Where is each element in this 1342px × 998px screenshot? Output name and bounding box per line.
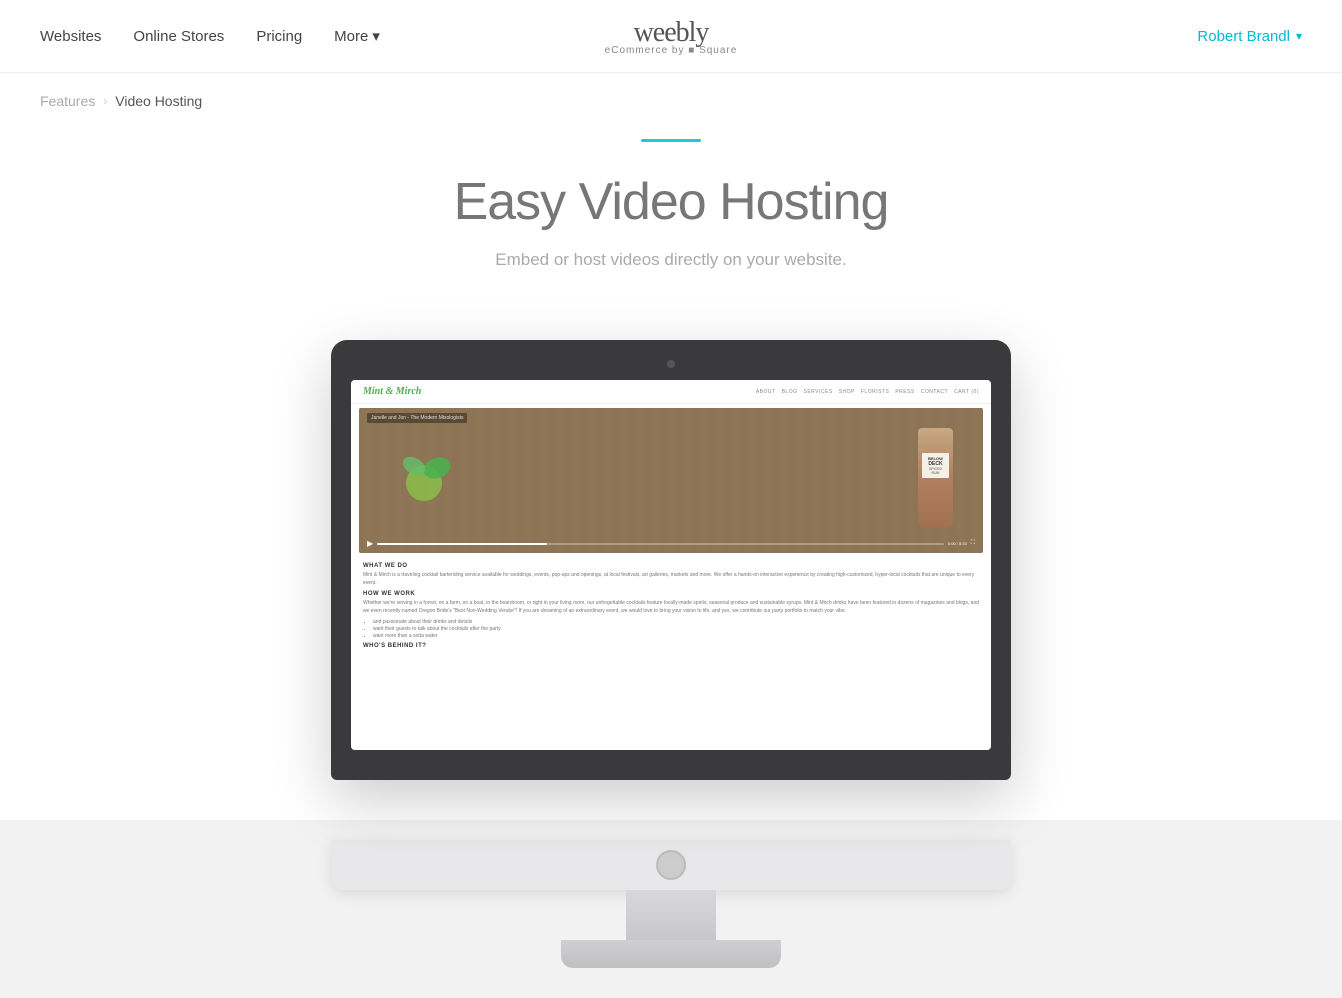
nav-websites[interactable]: Websites — [40, 28, 101, 45]
chevron-down-icon: ▾ — [372, 27, 380, 45]
nav-online-stores[interactable]: Online Stores — [133, 28, 224, 45]
section2-list: and passionate about their drinks and de… — [363, 619, 979, 639]
list-item: want more than a soda water — [373, 633, 979, 639]
main-nav: Websites Online Stores Pricing More ▾ we… — [0, 0, 1342, 73]
user-name: Robert Brandl — [1197, 28, 1290, 45]
monitor-camera — [667, 360, 675, 368]
site-mockup-nav-links: ABOUT BLOG SERVICES SHOP FLORISTS PRESS … — [756, 389, 979, 395]
monitor-back-panel — [331, 840, 1011, 890]
section2-title: HOW WE WORK — [363, 591, 979, 597]
site-mockup: Mint & Mirch ABOUT BLOG SERVICES SHOP FL… — [351, 380, 991, 750]
video-play-button[interactable]: ▶ — [367, 539, 373, 548]
list-item: and passionate about their drinks and de… — [373, 619, 979, 625]
monitor-frame: Mint & Mirch ABOUT BLOG SERVICES SHOP FL… — [331, 340, 1011, 780]
monitor-screen: Mint & Mirch ABOUT BLOG SERVICES SHOP FL… — [351, 380, 991, 750]
section3-title: WHO'S BEHIND IT? — [363, 643, 979, 649]
hero-subtitle: Embed or host videos directly on your we… — [20, 250, 1322, 270]
video-progress-fill — [377, 543, 547, 545]
hero-title: Easy Video Hosting — [20, 172, 1322, 232]
lime-decoration — [399, 448, 459, 510]
site-content-mockup: WHAT WE DO Mint & Mirch is a traveling c… — [351, 557, 991, 658]
user-menu[interactable]: Robert Brandl ▾ — [1197, 28, 1302, 45]
monitor-chin — [351, 750, 991, 770]
breadcrumb-current: Video Hosting — [115, 93, 202, 109]
breadcrumb-parent[interactable]: Features — [40, 93, 95, 109]
rum-bottle: BELOW DECK SPICED RUM — [918, 428, 953, 528]
nav-more[interactable]: More ▾ — [334, 27, 380, 45]
video-time: 0:00 / 5:33 — [948, 541, 967, 546]
nav-pricing[interactable]: Pricing — [256, 28, 302, 45]
site-logo[interactable]: weebly eCommerce by ■ Square — [605, 17, 738, 56]
bottom-section — [0, 820, 1342, 998]
monitor-base — [331, 840, 1011, 968]
site-video-area: Janelle and Jon - The Modern Mixologists — [359, 408, 983, 553]
breadcrumb: Features › Video Hosting — [0, 73, 1342, 129]
breadcrumb-separator: › — [103, 94, 107, 108]
site-mockup-logo: Mint & Mirch — [363, 386, 421, 397]
logo-sub: eCommerce by ■ Square — [605, 45, 738, 56]
site-nav-mockup: Mint & Mirch ABOUT BLOG SERVICES SHOP FL… — [351, 380, 991, 404]
rum-label: BELOW DECK SPICED RUM — [922, 453, 949, 478]
section1-title: WHAT WE DO — [363, 563, 979, 569]
video-progress-bar[interactable] — [377, 543, 944, 545]
user-chevron-icon: ▾ — [1296, 29, 1302, 43]
accent-line — [641, 139, 701, 142]
hero-section: Easy Video Hosting Embed or host videos … — [0, 129, 1342, 310]
monitor-back-circle — [656, 850, 686, 880]
monitor-stand-base — [561, 940, 781, 968]
section2-text: Whether we're serving in a forest, on a … — [363, 600, 979, 615]
monitor-mockup: Mint & Mirch ABOUT BLOG SERVICES SHOP FL… — [0, 340, 1342, 780]
nav-links: Websites Online Stores Pricing More ▾ — [40, 27, 380, 45]
video-controls: ▶ 0:00 / 5:33 ⛶ — [367, 539, 975, 548]
video-fullscreen-icon[interactable]: ⛶ — [971, 540, 975, 547]
list-item: want their guests to talk about the cock… — [373, 626, 979, 632]
section1-text: Mint & Mirch is a traveling cocktail bar… — [363, 572, 979, 587]
monitor-stand-neck — [626, 890, 716, 940]
